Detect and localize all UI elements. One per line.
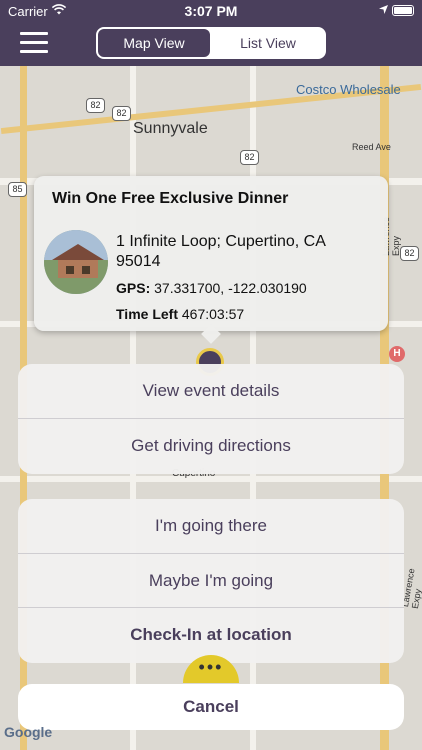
map-label-sunnyvale: Sunnyvale — [133, 120, 208, 137]
cancel-button[interactable]: Cancel — [18, 684, 404, 730]
google-logo: Google — [4, 724, 53, 740]
gps-value: 37.331700, -122.030190 — [154, 280, 307, 296]
map-label-costco: Costco Wholesale — [296, 82, 401, 97]
event-address: 1 Infinite Loop; Cupertino, CA 95014 — [116, 233, 326, 270]
location-arrow-icon — [379, 5, 388, 14]
check-in-button[interactable]: Check-In at location — [18, 607, 404, 661]
event-photo — [44, 230, 108, 294]
clock: 3:07 PM — [184, 3, 238, 19]
action-sheet-group-primary: View event details Get driving direction… — [18, 364, 404, 474]
maybe-going-button[interactable]: Maybe I'm going — [18, 553, 404, 607]
route-shield: 82 — [240, 150, 259, 165]
route-shield: 82 — [112, 106, 131, 121]
gps-label: GPS: — [116, 280, 151, 296]
time-left-value: 467:03:57 — [181, 306, 245, 322]
tab-map-view[interactable]: Map View — [98, 29, 210, 57]
map-label-reed-ave: Reed Ave — [352, 142, 391, 152]
action-sheet-group-rsvp: I'm going there Maybe I'm going Check-In… — [18, 499, 404, 663]
hospital-icon[interactable]: H — [389, 346, 405, 362]
event-gps: GPS: 37.331700, -122.030190 — [116, 280, 307, 296]
tab-list-view[interactable]: List View — [212, 29, 324, 57]
battery-icon — [392, 5, 414, 16]
event-time-left: Time Left 467:03:57 — [116, 306, 244, 322]
route-shield: 85 — [8, 182, 27, 197]
event-callout[interactable]: Win One Free Exclusive Dinner 1 Infinite… — [34, 176, 388, 344]
more-dots-icon: ••• — [198, 657, 224, 677]
going-there-button[interactable]: I'm going there — [18, 499, 404, 553]
route-shield: 82 — [400, 246, 419, 261]
view-event-details-button[interactable]: View event details — [18, 364, 404, 418]
event-title: Win One Free Exclusive Dinner — [52, 190, 289, 207]
status-bar: Carrier 3:07 PM — [0, 0, 422, 22]
view-segmented-control: Map View List View — [96, 27, 326, 59]
time-left-label: Time Left — [116, 306, 178, 322]
navigation-bar: Carrier 3:07 PM Map View List View — [0, 0, 422, 66]
get-driving-directions-button[interactable]: Get driving directions — [18, 418, 404, 472]
route-shield: 82 — [86, 98, 105, 113]
hamburger-menu-icon[interactable] — [20, 32, 48, 54]
